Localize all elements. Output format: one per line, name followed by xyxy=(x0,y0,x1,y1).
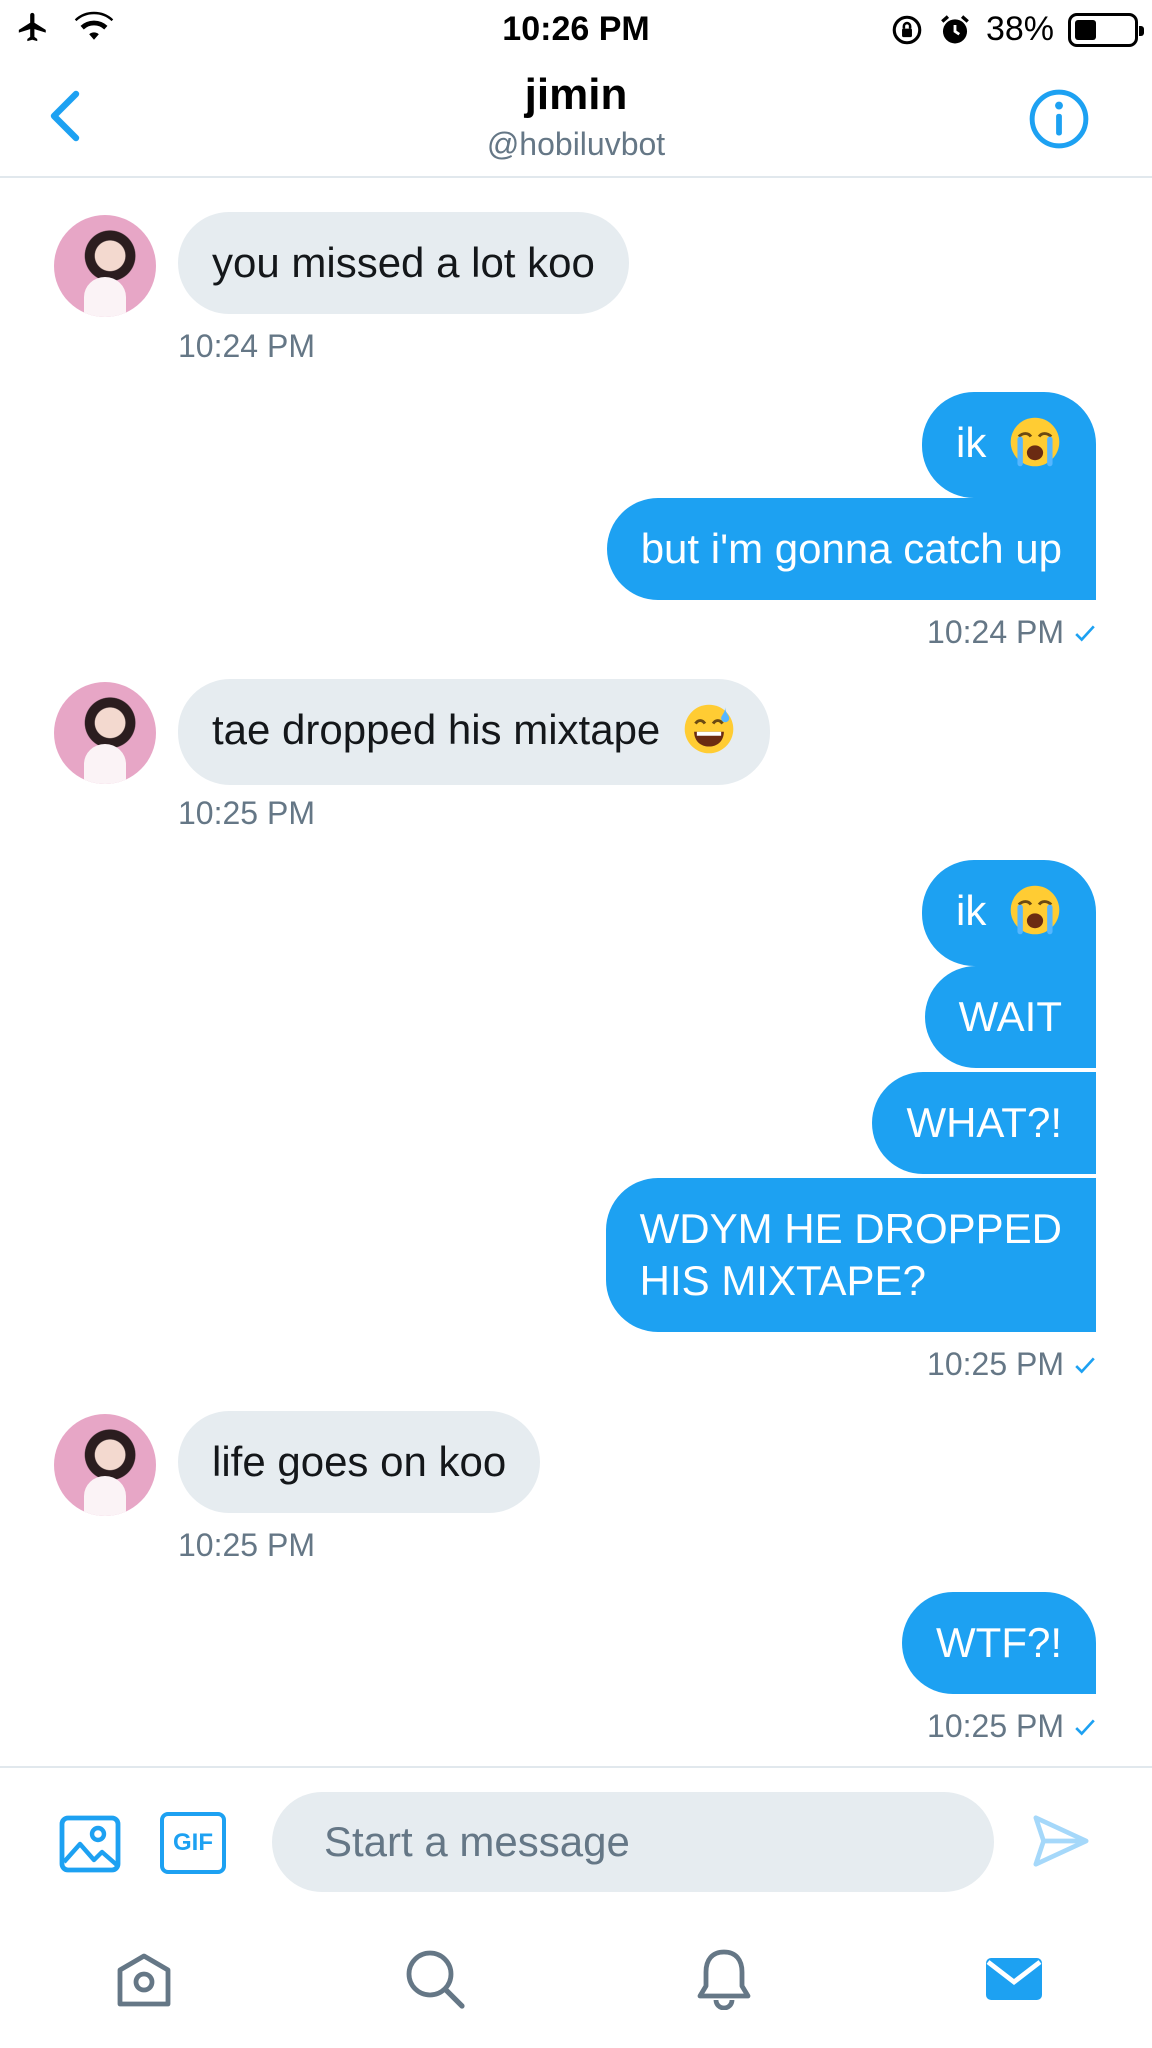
message-text: WHAT?! xyxy=(906,1099,1062,1146)
outgoing-message[interactable]: WHAT?! xyxy=(872,1072,1096,1174)
info-icon[interactable] xyxy=(1028,88,1090,150)
read-check-icon xyxy=(1075,1719,1095,1736)
message-timestamp: 10:25 PM xyxy=(178,1527,315,1563)
conversation-header: jimin @hobiluvbot xyxy=(0,58,1152,178)
loudly-crying-face-icon xyxy=(1010,885,1060,935)
message-composer: GIF xyxy=(0,1766,1152,1896)
dm-conversation-screen: 10:26 PM 38% jimin @hobiluvbot you misse… xyxy=(0,0,1152,2048)
message-text: ik xyxy=(955,419,987,466)
outgoing-message[interactable]: ik xyxy=(921,860,1096,966)
timestamp-text: 10:25 PM xyxy=(927,1346,1064,1382)
message-timestamp: 10:25 PM xyxy=(178,795,315,831)
battery-nub xyxy=(1139,25,1144,36)
home-icon[interactable] xyxy=(112,1946,176,2010)
contact-handle[interactable]: @hobiluvbot xyxy=(0,126,1152,163)
outgoing-message[interactable]: WAIT xyxy=(924,966,1096,1068)
send-icon[interactable] xyxy=(1030,1810,1092,1872)
notifications-icon[interactable] xyxy=(692,1946,756,2010)
outgoing-message[interactable]: WDYM HE DROPPED HIS MIXTAPE? xyxy=(605,1178,1096,1332)
message-text-line: WDYM HE DROPPED xyxy=(639,1205,1062,1252)
message-timestamp: 10:25 PM xyxy=(927,1346,1096,1383)
message-text: but i'm gonna catch up xyxy=(640,525,1062,572)
grinning-face-with-sweat-icon xyxy=(684,704,734,754)
loudly-crying-face-icon xyxy=(1010,417,1060,467)
incoming-message[interactable]: life goes on koo xyxy=(178,1411,541,1513)
status-right: 38% xyxy=(890,10,1144,49)
outgoing-message[interactable]: ik xyxy=(921,392,1096,498)
battery-level xyxy=(1075,19,1097,40)
message-text: you missed a lot koo xyxy=(212,239,595,286)
rotation-lock-icon xyxy=(892,15,922,44)
battery-icon xyxy=(1068,12,1144,47)
message-input[interactable] xyxy=(272,1792,994,1892)
incoming-message[interactable]: you missed a lot koo xyxy=(178,212,629,314)
read-check-icon xyxy=(1075,1357,1095,1374)
message-text: ik xyxy=(955,887,987,934)
message-thread[interactable]: you missed a lot koo 10:24 PM ik but i'm… xyxy=(0,180,1152,1768)
message-timestamp: 10:25 PM xyxy=(927,1708,1096,1745)
message-timestamp: 10:24 PM xyxy=(178,328,315,364)
timestamp-text: 10:24 PM xyxy=(927,614,1064,650)
bottom-tab-bar xyxy=(0,1896,1152,2048)
gif-button[interactable]: GIF xyxy=(160,1812,226,1874)
battery-percent: 38% xyxy=(985,10,1054,48)
contact-name[interactable]: jimin xyxy=(0,70,1152,120)
message-text: WTF?! xyxy=(936,1619,1062,1666)
messages-icon[interactable] xyxy=(982,1946,1046,2010)
alarm-icon xyxy=(941,14,969,43)
message-text-line: HIS MIXTAPE? xyxy=(639,1257,926,1304)
contact-avatar[interactable] xyxy=(54,682,156,784)
image-icon[interactable] xyxy=(58,1812,122,1876)
message-text: tae dropped his mixtape xyxy=(212,706,661,753)
contact-avatar[interactable] xyxy=(54,1414,156,1516)
message-timestamp: 10:24 PM xyxy=(927,614,1096,651)
message-text: life goes on koo xyxy=(212,1438,507,1485)
timestamp-text: 10:25 PM xyxy=(927,1708,1064,1744)
read-check-icon xyxy=(1075,625,1095,642)
outgoing-message[interactable]: but i'm gonna catch up xyxy=(606,498,1096,600)
message-text: WAIT xyxy=(958,993,1062,1040)
incoming-message[interactable]: tae dropped his mixtape xyxy=(178,679,770,785)
outgoing-message[interactable]: WTF?! xyxy=(902,1592,1096,1694)
status-bar: 10:26 PM 38% xyxy=(0,0,1152,58)
search-icon[interactable] xyxy=(402,1946,466,2010)
contact-avatar[interactable] xyxy=(54,215,156,317)
